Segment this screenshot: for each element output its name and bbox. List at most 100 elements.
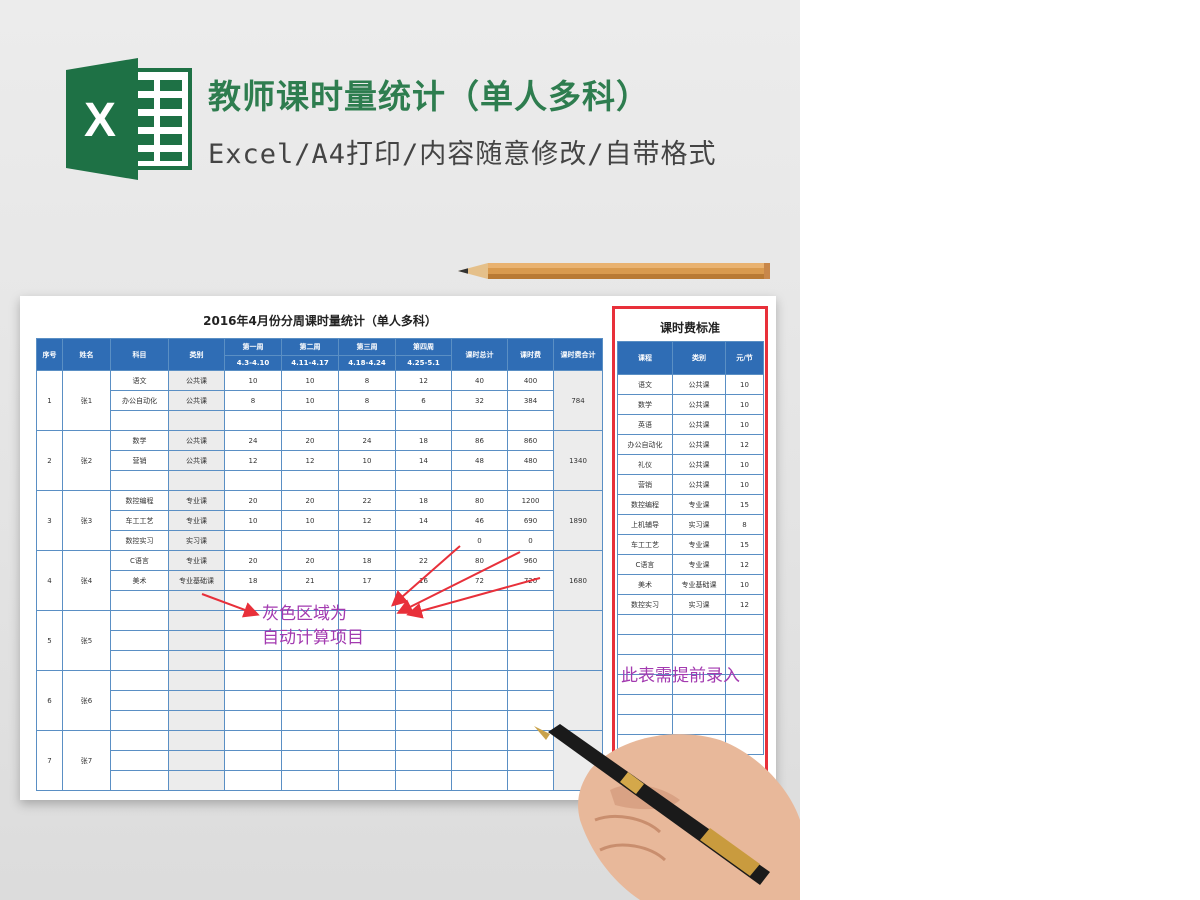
cell-week1[interactable]: 12 — [224, 450, 282, 471]
cell-week3[interactable] — [338, 710, 396, 731]
cell-week3[interactable]: 10 — [338, 450, 396, 471]
rate-cell-category[interactable]: 公共课 — [672, 434, 726, 455]
rate-cell-category[interactable]: 专业基础课 — [672, 574, 726, 595]
cell-category[interactable] — [168, 770, 225, 791]
cell-week3[interactable]: 17 — [338, 570, 396, 591]
cell-week1[interactable]: 10 — [224, 510, 282, 531]
cell-seq[interactable]: 1 — [36, 370, 63, 431]
cell-week3[interactable]: 8 — [338, 370, 396, 391]
cell-week4[interactable]: 6 — [395, 390, 452, 411]
cell-category[interactable]: 公共课 — [168, 430, 225, 451]
cell-week4[interactable]: 18 — [395, 430, 452, 451]
cell-week4[interactable] — [395, 670, 452, 691]
cell-category[interactable]: 专业课 — [168, 490, 225, 511]
rate-cell-category[interactable]: 公共课 — [672, 374, 726, 395]
cell-hours-total[interactable] — [451, 670, 508, 691]
cell-category[interactable] — [168, 730, 225, 751]
cell-hours-total[interactable]: 32 — [451, 390, 508, 411]
rate-cell-category[interactable]: 公共课 — [672, 394, 726, 415]
cell-name[interactable]: 张5 — [62, 610, 111, 671]
cell-week2[interactable]: 20 — [281, 490, 339, 511]
cell-subject[interactable] — [110, 590, 169, 611]
cell-week4[interactable] — [395, 730, 452, 751]
cell-week3[interactable]: 22 — [338, 490, 396, 511]
cell-category[interactable] — [168, 410, 225, 431]
rate-cell-course[interactable] — [617, 634, 673, 655]
cell-week2[interactable] — [281, 650, 339, 671]
cell-fee[interactable] — [507, 630, 554, 651]
rate-cell-course[interactable] — [617, 614, 673, 635]
cell-subject[interactable]: 数控实习 — [110, 530, 169, 551]
cell-fee-total[interactable]: 1340 — [553, 430, 603, 491]
cell-week4[interactable]: 14 — [395, 510, 452, 531]
cell-week2[interactable]: 10 — [281, 370, 339, 391]
cell-subject[interactable] — [110, 670, 169, 691]
cell-fee-total[interactable]: 784 — [553, 370, 603, 431]
rate-cell-price[interactable]: 10 — [725, 414, 764, 435]
cell-week2[interactable]: 20 — [281, 550, 339, 571]
rate-cell-price[interactable]: 10 — [725, 574, 764, 595]
cell-hours-total[interactable] — [451, 730, 508, 751]
cell-category[interactable] — [168, 750, 225, 771]
cell-category[interactable] — [168, 610, 225, 631]
cell-subject[interactable] — [110, 630, 169, 651]
cell-week1[interactable] — [224, 650, 282, 671]
cell-seq[interactable]: 6 — [36, 670, 63, 731]
cell-fee-total[interactable] — [553, 610, 603, 671]
cell-subject[interactable]: 数控编程 — [110, 490, 169, 511]
cell-name[interactable]: 张7 — [62, 730, 111, 791]
cell-subject[interactable]: C语言 — [110, 550, 169, 571]
cell-subject[interactable] — [110, 470, 169, 491]
cell-week4[interactable] — [395, 750, 452, 771]
cell-hours-total[interactable] — [451, 770, 508, 791]
cell-week4[interactable] — [395, 630, 452, 651]
rate-cell-category[interactable]: 专业课 — [672, 554, 726, 575]
rate-cell-price[interactable]: 10 — [725, 454, 764, 475]
cell-subject[interactable] — [110, 730, 169, 751]
cell-fee[interactable]: 384 — [507, 390, 554, 411]
cell-category[interactable]: 公共课 — [168, 450, 225, 471]
rate-cell-price[interactable]: 10 — [725, 374, 764, 395]
cell-fee[interactable]: 860 — [507, 430, 554, 451]
cell-week2[interactable]: 10 — [281, 390, 339, 411]
cell-week1[interactable] — [224, 730, 282, 751]
rate-cell-price[interactable] — [725, 634, 764, 655]
cell-week4[interactable] — [395, 770, 452, 791]
cell-hours-total[interactable]: 48 — [451, 450, 508, 471]
cell-category[interactable]: 公共课 — [168, 390, 225, 411]
cell-seq[interactable]: 5 — [36, 610, 63, 671]
rate-cell-category[interactable]: 公共课 — [672, 454, 726, 475]
cell-subject[interactable] — [110, 770, 169, 791]
cell-category[interactable] — [168, 710, 225, 731]
cell-week1[interactable] — [224, 770, 282, 791]
cell-hours-total[interactable]: 40 — [451, 370, 508, 391]
cell-hours-total[interactable] — [451, 710, 508, 731]
cell-name[interactable]: 张2 — [62, 430, 111, 491]
cell-week1[interactable]: 20 — [224, 550, 282, 571]
cell-week1[interactable] — [224, 410, 282, 431]
cell-week2[interactable] — [281, 410, 339, 431]
cell-fee[interactable] — [507, 410, 554, 431]
cell-hours-total[interactable] — [451, 410, 508, 431]
cell-week4[interactable] — [395, 610, 452, 631]
cell-name[interactable]: 张1 — [62, 370, 111, 431]
cell-hours-total[interactable] — [451, 470, 508, 491]
cell-fee[interactable] — [507, 470, 554, 491]
cell-hours-total[interactable] — [451, 750, 508, 771]
rate-cell-course[interactable]: 英语 — [617, 414, 673, 435]
cell-category[interactable] — [168, 590, 225, 611]
rate-cell-price[interactable]: 15 — [725, 534, 764, 555]
rate-cell-category[interactable]: 实习课 — [672, 594, 726, 615]
cell-category[interactable]: 公共课 — [168, 370, 225, 391]
cell-fee[interactable] — [507, 650, 554, 671]
rate-cell-course[interactable]: 上机辅导 — [617, 514, 673, 535]
cell-week3[interactable]: 18 — [338, 550, 396, 571]
cell-name[interactable]: 张3 — [62, 490, 111, 551]
cell-week1[interactable] — [224, 690, 282, 711]
cell-hours-total[interactable] — [451, 690, 508, 711]
rate-cell-course[interactable]: 办公自动化 — [617, 434, 673, 455]
cell-week1[interactable] — [224, 670, 282, 691]
cell-hours-total[interactable]: 46 — [451, 510, 508, 531]
cell-subject[interactable]: 车工工艺 — [110, 510, 169, 531]
rate-cell-course[interactable]: 语文 — [617, 374, 673, 395]
